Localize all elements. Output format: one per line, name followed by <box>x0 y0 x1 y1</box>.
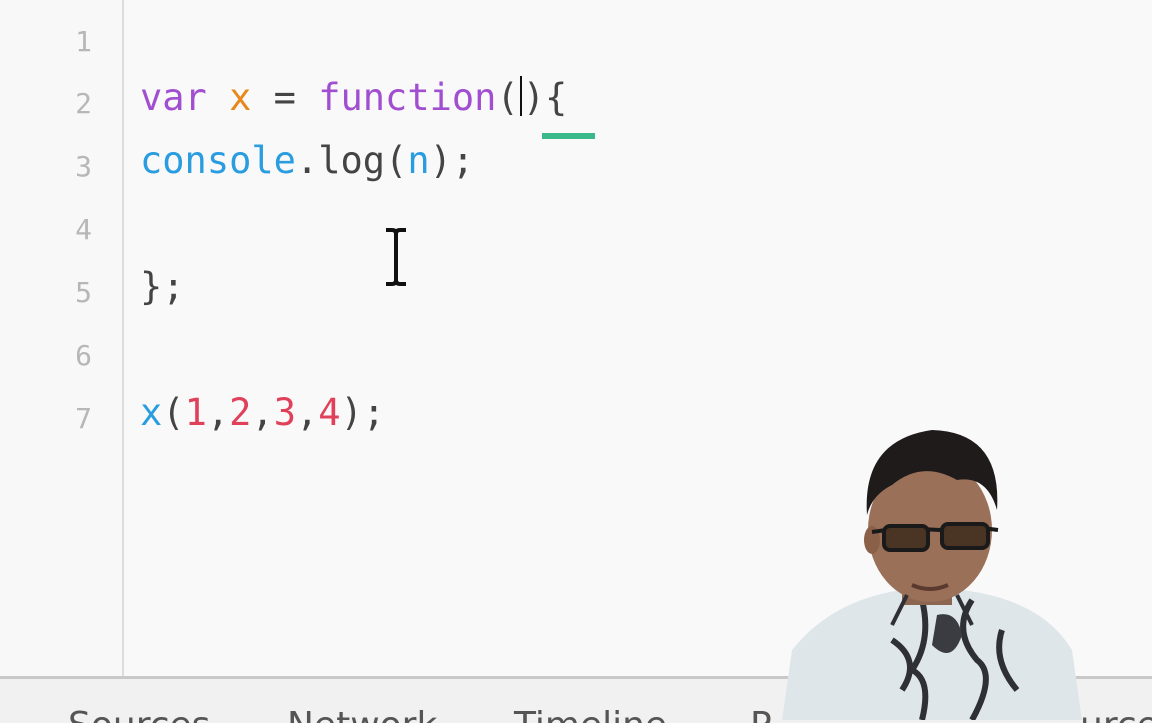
text-caret <box>519 76 522 116</box>
assignment-operator: = <box>273 76 296 119</box>
webcam-presenter-image <box>782 430 1082 720</box>
number-literal: 2 <box>229 391 252 434</box>
log-argument: n <box>407 139 430 182</box>
comma: , <box>251 391 274 434</box>
line-number: 3 <box>75 150 92 183</box>
line-number: 4 <box>75 213 92 246</box>
statement-end: ); <box>340 391 386 434</box>
statement-end: ); <box>429 139 475 182</box>
console-object: console <box>140 139 296 182</box>
line-number: 1 <box>75 25 92 58</box>
text-cursor-icon <box>386 228 406 286</box>
line-number: 5 <box>75 276 92 309</box>
variable-name: x <box>229 76 252 119</box>
tab-profiles[interactable]: P <box>750 705 772 723</box>
number-literal: 1 <box>184 391 207 434</box>
code-line-3[interactable]: console.log(n); <box>140 131 474 191</box>
open-paren: ( <box>162 391 185 434</box>
line-number-gutter: 1 2 3 4 5 6 7 <box>0 0 124 676</box>
bracket-match-underline <box>542 133 595 139</box>
keyword-function: function <box>318 76 497 119</box>
tab-sources[interactable]: Sources <box>68 705 210 723</box>
number-literal: 4 <box>318 391 341 434</box>
tab-timeline[interactable]: Timeline <box>514 705 667 723</box>
line-number: 2 <box>75 87 92 120</box>
line-number: 7 <box>75 402 92 435</box>
code-line-2[interactable]: var x = function(){ <box>140 68 567 128</box>
close-paren-brace: ){ <box>522 76 568 119</box>
keyword-var: var <box>140 76 207 119</box>
closing-brace: }; <box>140 265 185 308</box>
tab-network[interactable]: Network <box>287 705 437 723</box>
code-line-5[interactable]: }; <box>140 257 185 317</box>
number-literal: 3 <box>273 391 296 434</box>
comma: , <box>295 391 319 434</box>
open-paren: ( <box>496 76 519 119</box>
function-call-name: x <box>140 391 163 434</box>
log-call: .log( <box>295 139 408 182</box>
comma: , <box>206 391 230 434</box>
code-line-7[interactable]: x(1,2,3,4); <box>140 383 385 443</box>
line-number: 6 <box>75 339 92 372</box>
